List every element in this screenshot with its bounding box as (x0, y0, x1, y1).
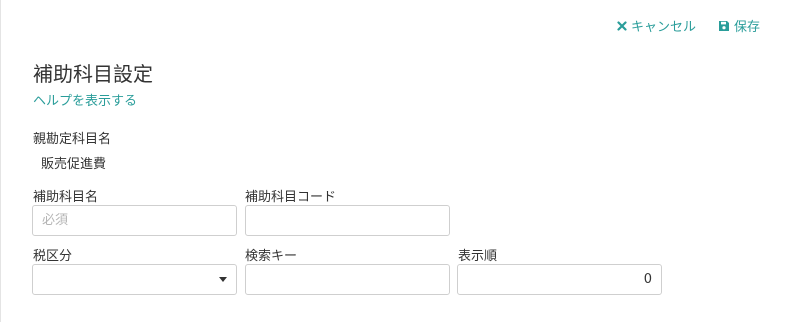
display-order-label: 表示順 (458, 249, 498, 264)
search-key-input[interactable] (245, 264, 450, 295)
caret-down-icon (219, 277, 227, 282)
tax-category-label: 税区分 (33, 249, 73, 264)
settings-panel: キャンセル 保存 補助科目設定 ヘルプを表示する 親勘定科目名 販売促進費 補助… (0, 0, 800, 322)
tax-category-select[interactable] (32, 264, 237, 295)
parent-account-value: 販売促進費 (41, 157, 107, 172)
save-button[interactable]: 保存 (718, 16, 760, 35)
cancel-label: キャンセル (630, 20, 696, 35)
sub-account-code-input[interactable] (245, 205, 450, 236)
cancel-button[interactable]: キャンセル (617, 16, 696, 35)
help-link[interactable]: ヘルプを表示する (33, 90, 137, 109)
close-icon (617, 20, 627, 31)
save-label: 保存 (733, 20, 760, 35)
search-key-label: 検索キー (245, 249, 298, 264)
page-title: 補助科目設定 (33, 62, 153, 86)
sub-account-name-input[interactable] (32, 205, 237, 236)
floppy-disk-icon (718, 20, 730, 32)
display-order-input[interactable] (457, 264, 662, 295)
action-toolbar: キャンセル 保存 (617, 16, 760, 35)
sub-account-code-label: 補助科目コード (245, 190, 337, 205)
sub-account-name-label: 補助科目名 (33, 190, 99, 205)
parent-account-label: 親勘定科目名 (33, 132, 112, 147)
